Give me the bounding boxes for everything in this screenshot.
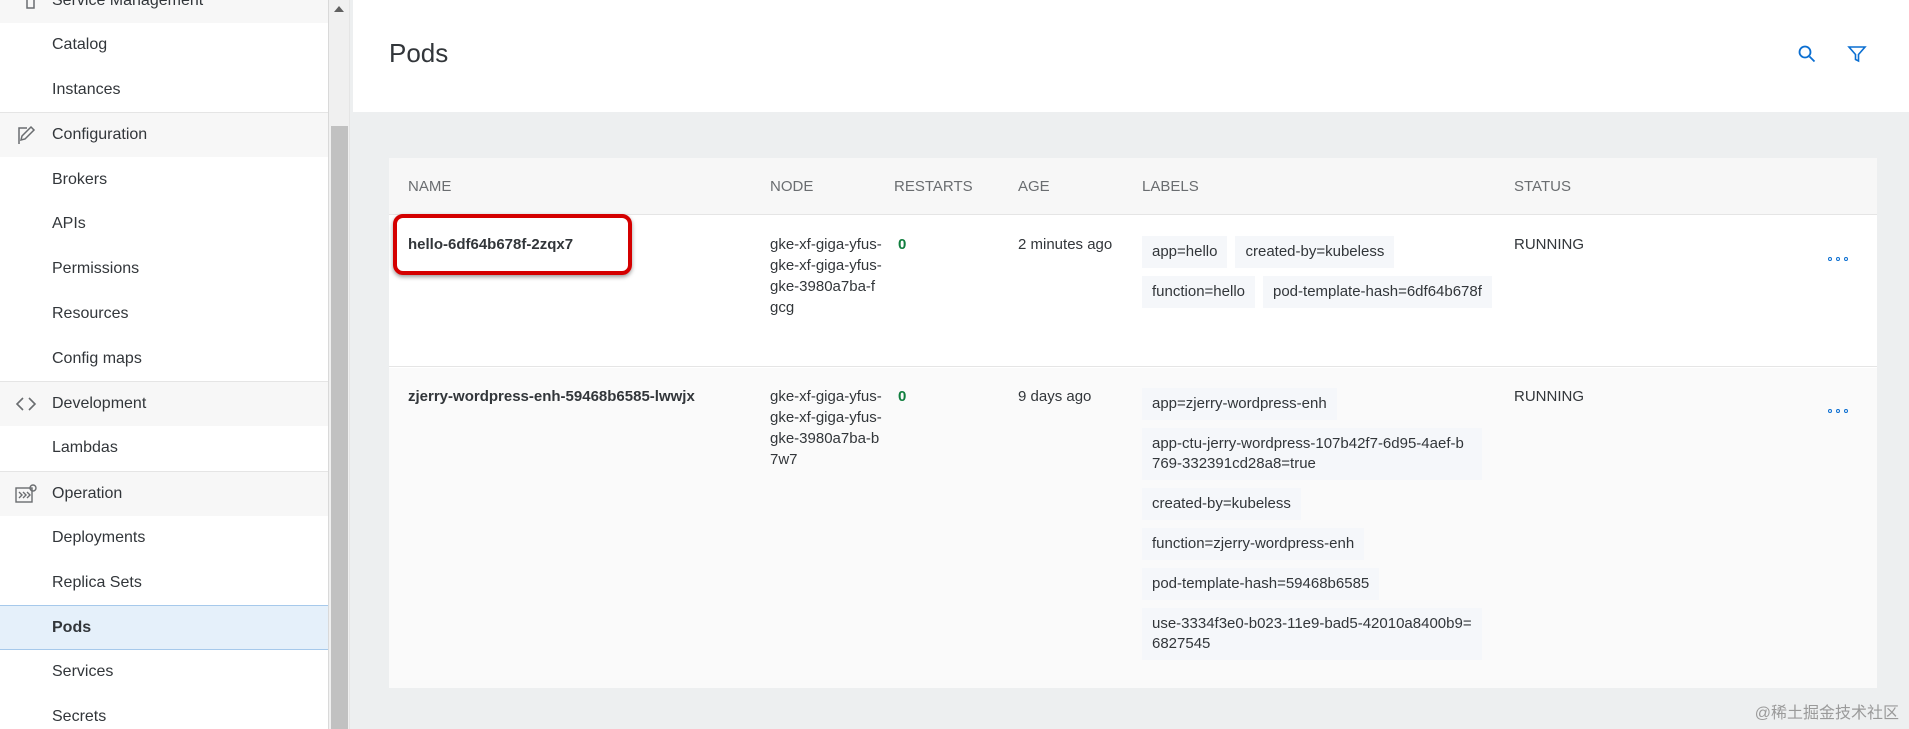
label-tag: app-ctu-jerry-wordpress-107b42f7-6d95-4a…: [1142, 428, 1482, 480]
sidebar-item-secrets[interactable]: Secrets: [0, 695, 328, 729]
watermark: @稀土掘金技术社区: [1754, 705, 1899, 722]
sidebar-group-configuration[interactable]: Configuration: [0, 112, 328, 158]
sidebar-item-replica-sets[interactable]: Replica Sets: [0, 560, 328, 605]
sidebar-item-label: APIs: [52, 215, 86, 233]
sidebar-item-label: Operation: [52, 484, 123, 502]
sidebar-item-services[interactable]: Services: [0, 650, 328, 695]
sidebar-item-pods[interactable]: Pods: [0, 605, 328, 650]
sidebar-item-apis[interactable]: APIs: [0, 202, 328, 247]
label-tag: function=zjerry-wordpress-enh: [1142, 528, 1365, 560]
column-header-name[interactable]: NAME: [408, 178, 451, 195]
sidebar-item-label: Resources: [52, 304, 129, 322]
sidebar-item-label: Lambdas: [52, 439, 118, 457]
sidebar-item-label: Replica Sets: [52, 573, 142, 591]
page-title: Pods: [389, 38, 449, 68]
label-tag: use-3334f3e0-b023-11e9-bad5-42010a8400b9…: [1142, 608, 1482, 660]
label-tag: pod-template-hash=59468b6585: [1142, 568, 1380, 600]
label-tag: created-by=kubeless: [1142, 488, 1301, 520]
table-row[interactable]: hello-6df64b678f-2zqx7 gke-xf-giga-yfus-…: [389, 216, 1877, 367]
pod-node: gke-xf-giga-yfus-gke-xf-giga-yfus-gke-39…: [770, 388, 882, 468]
sidebar-item-label: Pods: [52, 618, 92, 636]
sidebar-item-label: Config maps: [52, 349, 142, 367]
sidebar-group-development[interactable]: Development: [0, 381, 328, 426]
sidebar-item-label: Secrets: [52, 708, 107, 726]
sidebar-group-operation[interactable]: Operation: [0, 470, 328, 516]
pod-name[interactable]: hello-6df64b678f-2zqx7: [408, 234, 573, 255]
page-header: Pods: [353, 0, 1909, 112]
column-header-node[interactable]: NODE: [770, 178, 813, 195]
column-header-age[interactable]: AGE: [1018, 178, 1050, 195]
pod-restarts: 0: [898, 388, 907, 405]
table-row[interactable]: zjerry-wordpress-enh-59468b6585-lwwjx gk…: [389, 368, 1877, 688]
sidebar-item-resources[interactable]: Resources: [0, 292, 328, 337]
sidebar-item-label: Service Management: [52, 0, 204, 9]
pod-age: 9 days ago: [1018, 388, 1092, 405]
label-tag: app=zjerry-wordpress-enh: [1142, 388, 1337, 420]
service-icon: [14, 0, 38, 13]
sidebar-item-instances[interactable]: Instances: [0, 68, 328, 113]
pod-age: 2 minutes ago: [1018, 236, 1113, 253]
scroll-up-arrow-icon[interactable]: [334, 6, 344, 12]
sidebar-item-catalog[interactable]: Catalog: [0, 23, 328, 68]
sidebar-item-lambdas[interactable]: Lambdas: [0, 426, 328, 471]
sidebar-item-permissions[interactable]: Permissions: [0, 247, 328, 292]
sidebar-item-label: Catalog: [52, 36, 108, 54]
label-tag: function=hello: [1142, 276, 1255, 308]
more-actions-icon[interactable]: [1828, 256, 1848, 262]
label-tag: app=hello: [1142, 236, 1228, 268]
scroll-thumb[interactable]: [331, 126, 348, 729]
sidebar-item-label: Development: [52, 395, 147, 413]
sidebar-item-label: Permissions: [52, 260, 140, 278]
pod-labels: app=hello created-by=kubeless function=h…: [1142, 236, 1502, 308]
column-header-status[interactable]: STATUS: [1514, 178, 1571, 195]
code-icon: [14, 392, 38, 416]
pod-status: RUNNING: [1514, 388, 1584, 405]
column-header-labels[interactable]: LABELS: [1142, 178, 1199, 195]
pod-node: gke-xf-giga-yfus-gke-xf-giga-yfus-gke-39…: [770, 236, 882, 316]
sidebar-item-label: Configuration: [52, 126, 148, 144]
sidebar-item-label: Brokers: [52, 170, 108, 188]
operation-icon: [14, 482, 38, 506]
sidebar: Service Management Catalog Instances Con…: [0, 0, 329, 729]
sidebar-item-label: Deployments: [52, 528, 146, 546]
pod-status: RUNNING: [1514, 236, 1584, 253]
edit-icon: [14, 123, 38, 147]
sidebar-item-deployments[interactable]: Deployments: [0, 516, 328, 561]
sidebar-item-config-maps[interactable]: Config maps: [0, 336, 328, 381]
sidebar-item-label: Services: [52, 663, 114, 681]
sidebar-item-label: Instances: [52, 80, 121, 98]
search-icon[interactable]: [1797, 44, 1819, 66]
column-header-restarts[interactable]: RESTARTS: [894, 178, 973, 195]
more-actions-icon[interactable]: [1828, 408, 1848, 414]
pod-labels: app=zjerry-wordpress-enh app-ctu-jerry-w…: [1142, 388, 1502, 660]
filter-icon[interactable]: [1847, 44, 1869, 66]
table-header: NAME NODE RESTARTS AGE LABELS STATUS: [389, 158, 1877, 215]
pod-name[interactable]: zjerry-wordpress-enh-59468b6585-lwwjx: [408, 386, 695, 407]
label-tag: created-by=kubeless: [1235, 236, 1395, 268]
label-tag: pod-template-hash=6df64b678f: [1263, 276, 1492, 308]
pod-restarts: 0: [898, 236, 907, 253]
sidebar-item-brokers[interactable]: Brokers: [0, 157, 328, 202]
sidebar-nav: Service Management Catalog Instances Con…: [0, 0, 328, 729]
sidebar-scrollbar[interactable]: [329, 0, 350, 729]
sidebar-group-service-management[interactable]: Service Management: [0, 0, 328, 23]
pods-table: NAME NODE RESTARTS AGE LABELS STATUS hel…: [389, 158, 1877, 688]
